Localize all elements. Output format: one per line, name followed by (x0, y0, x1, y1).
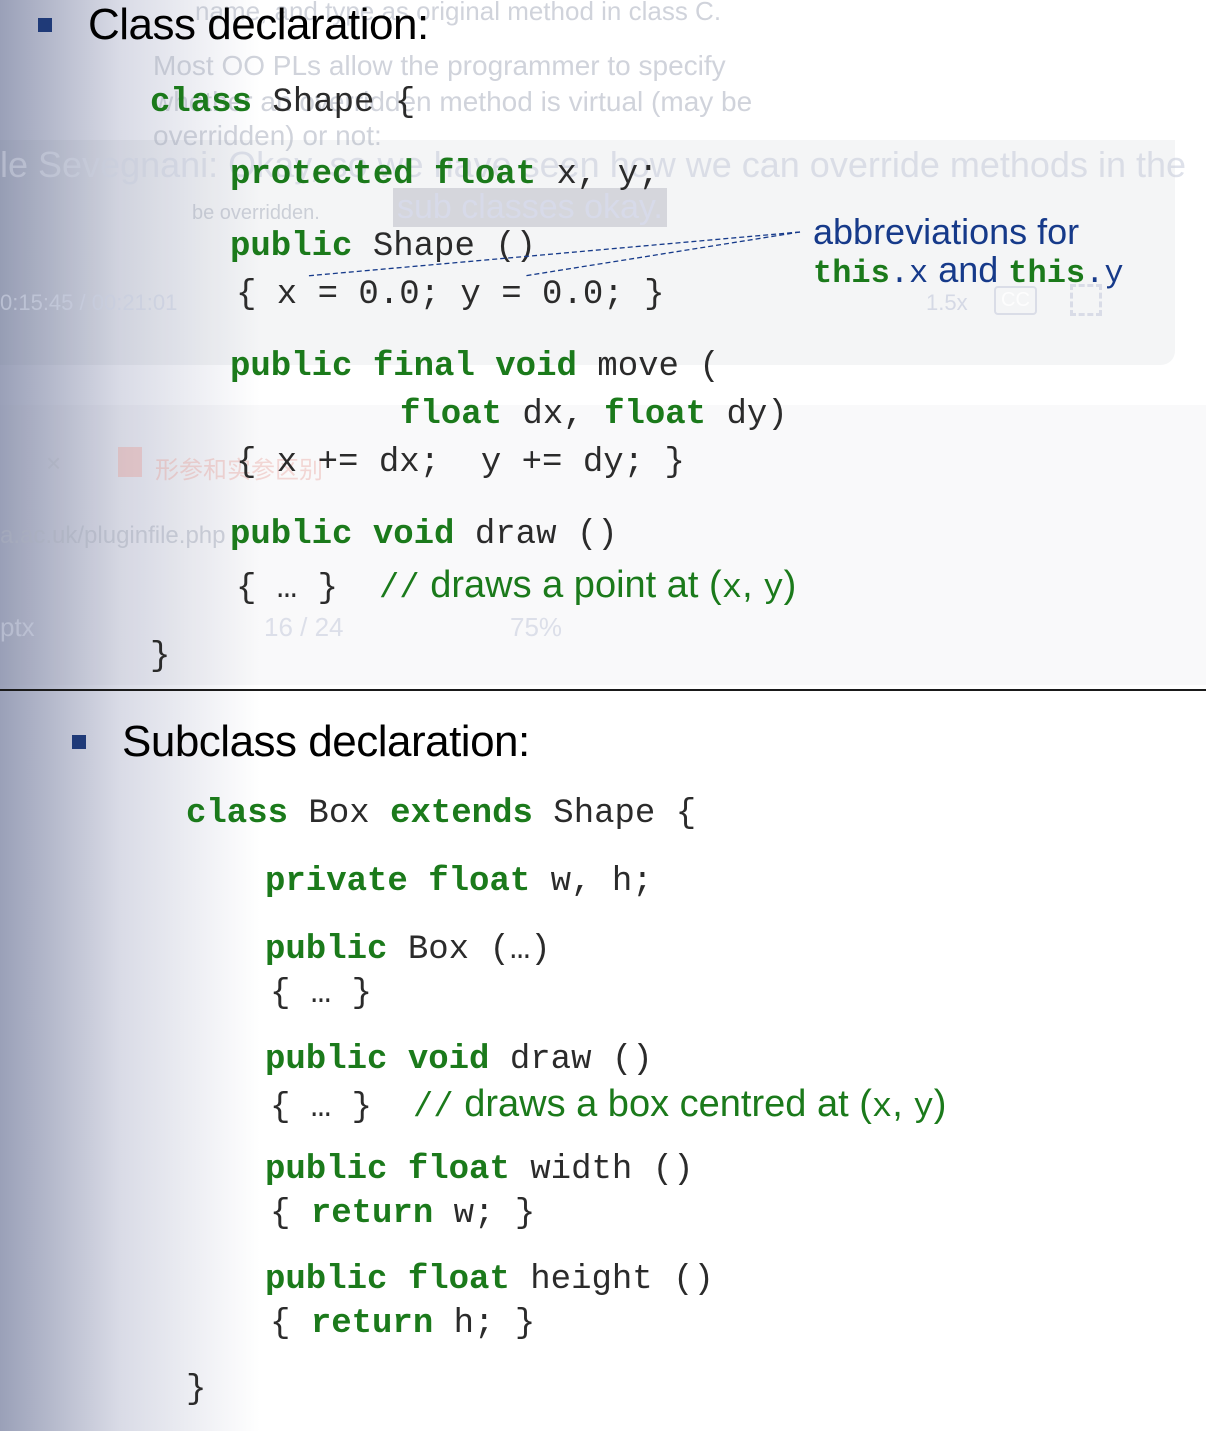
code-line-box-width: public float width () (265, 1151, 694, 1189)
class-declaration-slide: name, and type as original method in cla… (0, 0, 1206, 690)
annotation-line-1: abbreviations for (813, 211, 1080, 252)
code-line-class-box: class Box extends Shape { (186, 795, 697, 833)
code-line-box-height: public float height () (265, 1261, 714, 1299)
annotation-leader-lines (305, 231, 801, 277)
subclass-declaration-slide: Subclass declaration: class Box extends … (0, 691, 1206, 1431)
code-closing-brace: } (186, 1371, 207, 1409)
leader-line-y (523, 231, 801, 277)
code-line-box-height-body: { return h; } (270, 1305, 536, 1343)
code-line-box-width-body: { return w; } (270, 1195, 536, 1233)
code-line-box-constructor-body: { … } (270, 975, 373, 1013)
bullet-marker (72, 735, 86, 749)
code-line-box-draw: public void draw () (265, 1041, 653, 1079)
annotation-line-2: this.x and this.y (813, 249, 1124, 292)
code-line-box-constructor: public Box (…) (265, 931, 551, 969)
code-line-box-draw-body: { … } // draws a box centred at (x, y) (270, 1083, 947, 1127)
code-line-box-fields: private float w, h; (265, 863, 653, 901)
subclass-declaration-heading: Subclass declaration: (122, 717, 530, 766)
leader-line-x (305, 231, 801, 277)
